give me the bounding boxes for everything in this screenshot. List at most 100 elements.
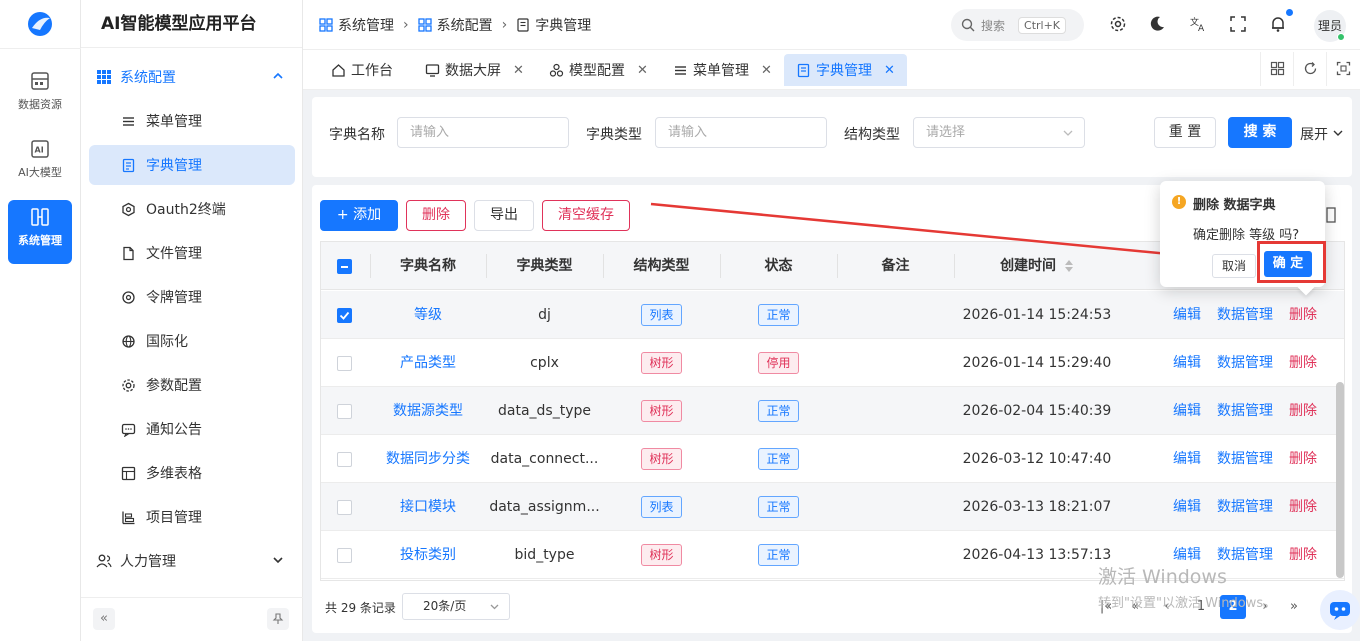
sidebar-footer: «	[81, 597, 303, 641]
batch-delete-button[interactable]: 删除	[406, 200, 466, 231]
row-delete-link[interactable]: 删除	[1289, 483, 1317, 531]
cell-dict-type: cplx	[530, 355, 559, 371]
table-settings-icon[interactable]	[1326, 207, 1336, 223]
breadcrumb-item[interactable]: 系统管理	[338, 15, 394, 35]
reset-button[interactable]: 重 置	[1154, 117, 1216, 148]
sidebar-group-system-config[interactable]: 系统配置	[81, 57, 303, 97]
rail-item-data-resources[interactable]: 数据资源	[8, 64, 72, 128]
collapse-sidebar-button[interactable]: «	[93, 608, 115, 630]
row-data-manage-link[interactable]: 数据管理	[1217, 339, 1273, 387]
expand-toggle[interactable]: 展开	[1300, 124, 1344, 144]
row-checkbox[interactable]	[337, 548, 352, 563]
tab-menu-management[interactable]: 菜单管理 ✕	[673, 54, 772, 86]
cell-created-time: 2026-03-13 18:21:07	[962, 499, 1112, 515]
row-delete-link[interactable]: 删除	[1289, 339, 1317, 387]
cell-dict-name[interactable]: 投标类别	[370, 531, 486, 579]
sidebar-item-i18n[interactable]: 国际化	[89, 321, 295, 361]
dark-mode-moon-icon[interactable]	[1148, 15, 1166, 33]
cell-dict-name[interactable]: 数据同步分类	[370, 435, 486, 483]
table-row: 等级 dj 列表 正常 2026-01-14 15:24:53 编辑 数据管理 删除	[321, 291, 1344, 339]
close-icon[interactable]: ✕	[761, 63, 772, 78]
tab-model-config[interactable]: 模型配置 ✕	[549, 54, 648, 86]
tab-dictionary[interactable]: 字典管理 ✕	[784, 54, 907, 86]
cell-dict-name[interactable]: 数据源类型	[370, 387, 486, 435]
notification-bell-icon[interactable]	[1269, 15, 1287, 33]
breadcrumb-item[interactable]: 系统配置	[437, 15, 493, 35]
dict-name-input[interactable]: 请输入	[397, 117, 569, 148]
fullscreen-icon[interactable]	[1229, 15, 1247, 33]
sidebar-item-projects[interactable]: 项目管理	[89, 497, 295, 537]
cell-dict-name[interactable]: 产品类型	[370, 339, 486, 387]
search-button[interactable]: 搜 索	[1228, 117, 1292, 148]
row-edit-link[interactable]: 编辑	[1173, 291, 1201, 339]
row-edit-link[interactable]: 编辑	[1173, 483, 1201, 531]
add-button[interactable]: + 添加	[320, 200, 398, 231]
row-delete-link[interactable]: 删除	[1289, 291, 1317, 339]
struct-type-select[interactable]: 请选择	[913, 117, 1085, 148]
row-data-manage-link[interactable]: 数据管理	[1217, 483, 1273, 531]
row-delete-link[interactable]: 删除	[1289, 387, 1317, 435]
cell-dict-name[interactable]: 接口模块	[370, 483, 486, 531]
sort-icon[interactable]	[1064, 259, 1074, 273]
translate-icon[interactable]: 文A	[1189, 15, 1207, 33]
close-icon[interactable]: ✕	[884, 63, 895, 78]
clear-cache-button[interactable]: 清空缓存	[542, 200, 630, 231]
tab-layout-button[interactable]	[1260, 52, 1293, 86]
sidebar-item-tokens[interactable]: 令牌管理	[89, 277, 295, 317]
assistant-bot-button[interactable]	[1320, 590, 1360, 630]
row-delete-link[interactable]: 删除	[1289, 531, 1317, 579]
sidebar-item-label: 参数配置	[146, 378, 202, 394]
row-data-manage-link[interactable]: 数据管理	[1217, 387, 1273, 435]
row-checkbox[interactable]	[337, 356, 352, 371]
row-checkbox[interactable]	[337, 452, 352, 467]
sidebar-item-dictionary[interactable]: 字典管理	[89, 145, 295, 185]
breadcrumb-separator: ›	[403, 17, 409, 33]
row-delete-link[interactable]: 删除	[1289, 435, 1317, 483]
sidebar-group-hr[interactable]: 人力管理	[81, 541, 303, 581]
cell-dict-name[interactable]: 等级	[370, 291, 486, 339]
rail-item-system[interactable]: 系统管理	[8, 200, 72, 264]
row-edit-link[interactable]: 编辑	[1173, 435, 1201, 483]
user-avatar[interactable]: 理员	[1314, 10, 1346, 42]
sidebar-item-files[interactable]: 文件管理	[89, 233, 295, 273]
page-size-select[interactable]: 20条/页	[402, 593, 510, 620]
row-checkbox[interactable]	[337, 308, 352, 323]
row-data-manage-link[interactable]: 数据管理	[1217, 435, 1273, 483]
vertical-scrollbar[interactable]	[1336, 382, 1344, 578]
row-edit-link[interactable]: 编辑	[1173, 387, 1201, 435]
sidebar-item-menu[interactable]: 菜单管理	[89, 101, 295, 141]
sidebar-item-label: 项目管理	[146, 510, 202, 526]
refresh-tab-button[interactable]	[1293, 52, 1326, 86]
row-checkbox[interactable]	[337, 404, 352, 419]
col-created-time[interactable]: 创建时间	[954, 242, 1134, 290]
rail-item-ai-model[interactable]: AI AI大模型	[8, 132, 72, 196]
close-icon[interactable]: ✕	[513, 63, 524, 78]
next-group-button[interactable]: »	[1287, 595, 1301, 619]
cell-dict-type: data_ds_type	[498, 403, 591, 419]
settings-gear-icon[interactable]	[1109, 15, 1127, 33]
sidebar-item-notices[interactable]: 通知公告	[89, 409, 295, 449]
cell-status: 正常	[720, 435, 837, 483]
row-data-manage-link[interactable]: 数据管理	[1217, 291, 1273, 339]
chevron-down-icon	[273, 557, 283, 564]
row-edit-link[interactable]: 编辑	[1173, 339, 1201, 387]
maximize-tab-button[interactable]	[1326, 52, 1359, 86]
pin-sidebar-button[interactable]	[267, 608, 289, 630]
sidebar-item-params[interactable]: 参数配置	[89, 365, 295, 405]
export-button[interactable]: 导出	[474, 200, 534, 231]
project-icon	[122, 511, 135, 524]
dict-type-input[interactable]: 请输入	[655, 117, 827, 148]
global-search[interactable]: 搜索 Ctrl+K	[951, 9, 1084, 41]
tab-workbench[interactable]: 工作台	[331, 54, 393, 86]
sidebar-item-oauth2[interactable]: Oauth2终端	[89, 189, 295, 229]
tab-data-screen[interactable]: 数据大屏 ✕	[425, 54, 524, 86]
avatar-text: 理员	[1317, 19, 1342, 33]
close-icon[interactable]: ✕	[637, 63, 648, 78]
row-checkbox[interactable]	[337, 500, 352, 515]
sidebar-item-multi-table[interactable]: 多维表格	[89, 453, 295, 493]
watermark-line-1: 激活 Windows	[1098, 566, 1227, 588]
select-all-checkbox[interactable]	[337, 259, 352, 274]
dictionary-icon	[517, 18, 529, 32]
app-rail: 数据资源 AI AI大模型 系统管理	[0, 0, 81, 641]
popconfirm-cancel-button[interactable]: 取消	[1212, 254, 1256, 278]
